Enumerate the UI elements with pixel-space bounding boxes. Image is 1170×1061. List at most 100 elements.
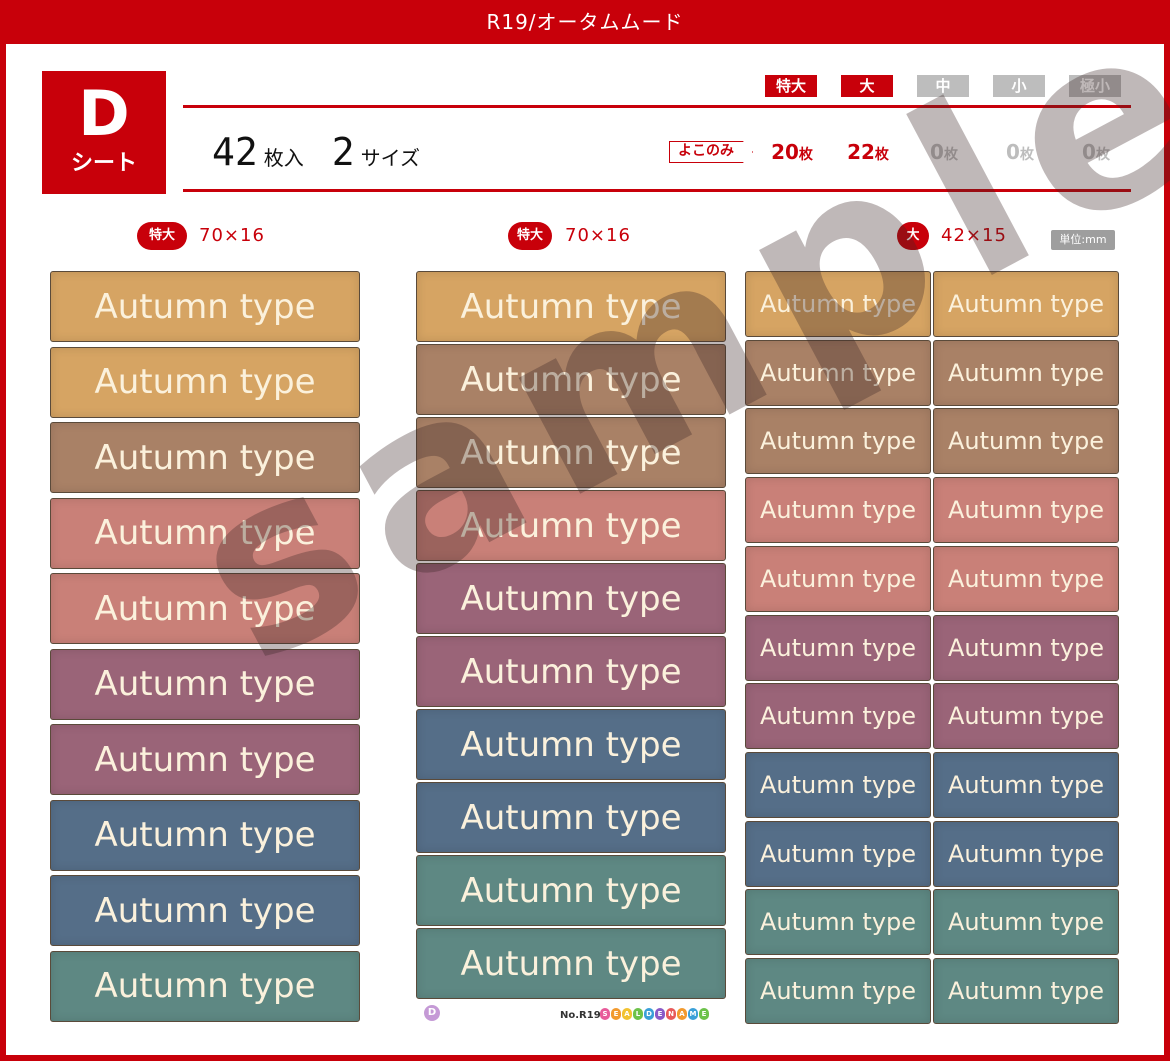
label-text: Autumn type <box>947 427 1105 456</box>
column-dimensions: 70×16 <box>199 225 265 246</box>
name-label: Autumn type <box>933 339 1119 406</box>
sheet-badge: D シート <box>42 71 166 194</box>
name-label: Autumn type <box>745 271 931 337</box>
label-text: Autumn type <box>94 966 316 1006</box>
label-text: Autumn type <box>759 770 917 799</box>
label-text: Autumn type <box>759 358 917 387</box>
name-label: Autumn type <box>50 799 360 871</box>
label-text: Autumn type <box>94 664 316 704</box>
name-label: Autumn type <box>416 636 726 707</box>
label-text: Autumn type <box>947 358 1105 387</box>
name-label: Autumn type <box>50 724 360 795</box>
yoko-only-tag: よこのみ <box>669 141 753 163</box>
label-text: Autumn type <box>947 977 1105 1005</box>
name-label: Autumn type <box>933 271 1119 337</box>
divider <box>183 189 1131 192</box>
name-label: Autumn type <box>416 563 726 634</box>
name-label: Autumn type <box>416 709 726 780</box>
name-label: Autumn type <box>745 751 931 818</box>
size-count-value: 20 <box>771 140 799 164</box>
name-label: Autumn type <box>745 339 931 406</box>
size-count-unit: 枚 <box>1095 147 1110 163</box>
label-text: Autumn type <box>759 977 917 1005</box>
name-label: Autumn type <box>416 417 726 488</box>
label-text: Autumn type <box>460 432 682 473</box>
size-count-value: 0 <box>930 140 944 164</box>
label-text: Autumn type <box>759 564 917 593</box>
name-label: Autumn type <box>745 820 931 887</box>
name-label: Autumn type <box>416 271 726 342</box>
footer-number: No.R19 <box>560 1010 601 1021</box>
label-text: Autumn type <box>759 427 917 456</box>
size-count-value: 22 <box>847 140 875 164</box>
size-chip: 小 <box>993 75 1045 97</box>
name-label: Autumn type <box>50 573 360 644</box>
label-text: Autumn type <box>947 770 1105 799</box>
size-count: 22枚 <box>833 140 903 164</box>
sizes-unit: サイズ <box>360 146 421 170</box>
label-text: Autumn type <box>94 588 316 629</box>
label-text: Autumn type <box>759 702 917 731</box>
name-label: Autumn type <box>50 648 360 720</box>
name-label: Autumn type <box>933 751 1119 818</box>
label-text: Autumn type <box>460 359 682 400</box>
size-count-unit: 枚 <box>943 147 958 163</box>
sizes-value: 2 <box>331 130 355 174</box>
brand-logo: SEALDENAME <box>600 1008 709 1022</box>
label-text: Autumn type <box>947 564 1105 593</box>
label-text: Autumn type <box>94 815 316 855</box>
name-label: Autumn type <box>933 408 1119 475</box>
size-chip: 大 <box>841 75 893 97</box>
label-text: Autumn type <box>947 839 1105 868</box>
label-text: Autumn type <box>460 724 682 765</box>
name-label: Autumn type <box>745 545 931 612</box>
name-label: Autumn type <box>933 889 1119 956</box>
size-count-unit: 枚 <box>1019 147 1034 163</box>
name-label: Autumn type <box>933 614 1119 681</box>
size-count-value: 0 <box>1006 140 1020 164</box>
name-label: Autumn type <box>933 477 1119 544</box>
label-text: Autumn type <box>460 870 682 911</box>
name-label: Autumn type <box>416 490 726 561</box>
label-text: Autumn type <box>759 908 917 937</box>
label-text: Autumn type <box>759 839 917 868</box>
label-text: Autumn type <box>759 290 917 318</box>
label-text: Autumn type <box>947 908 1105 937</box>
column-dimensions: 70×16 <box>565 225 631 246</box>
column-size-pill: 特大 <box>137 222 187 250</box>
name-label: Autumn type <box>416 928 726 999</box>
unit-label: 単位:mm <box>1051 230 1115 250</box>
label-text: Autumn type <box>94 890 316 931</box>
size-count: 0枚 <box>985 140 1055 164</box>
page-title: R19/オータムムード <box>0 0 1170 44</box>
name-label: Autumn type <box>745 614 931 681</box>
sheet-sub: シート <box>70 151 137 176</box>
name-label: Autumn type <box>50 271 360 342</box>
name-label: Autumn type <box>50 875 360 946</box>
column-dimensions: 42×15 <box>941 225 1007 246</box>
size-count: 0枚 <box>1061 140 1131 164</box>
size-count-unit: 枚 <box>798 147 813 163</box>
label-text: Autumn type <box>947 290 1105 318</box>
size-chip: 特大 <box>765 75 817 97</box>
column-size-pill: 大 <box>897 222 929 250</box>
label-text: Autumn type <box>94 286 316 327</box>
count-value: 42 <box>212 130 258 174</box>
size-count: 20枚 <box>757 140 827 164</box>
size-count: 0枚 <box>909 140 979 164</box>
name-label: Autumn type <box>416 855 726 926</box>
label-text: Autumn type <box>94 437 316 478</box>
label-text: Autumn type <box>460 578 682 619</box>
label-text: Autumn type <box>759 496 917 525</box>
name-label: Autumn type <box>745 408 931 475</box>
name-label: Autumn type <box>745 683 931 750</box>
label-text: Autumn type <box>460 651 682 692</box>
label-text: Autumn type <box>947 633 1105 662</box>
label-text: Autumn type <box>460 943 682 984</box>
label-text: Autumn type <box>94 513 316 553</box>
name-label: Autumn type <box>933 820 1119 887</box>
name-label: Autumn type <box>50 346 360 418</box>
sheet-letter: D <box>78 77 130 150</box>
count-unit: 枚入 <box>263 146 304 170</box>
name-label: Autumn type <box>416 344 726 415</box>
